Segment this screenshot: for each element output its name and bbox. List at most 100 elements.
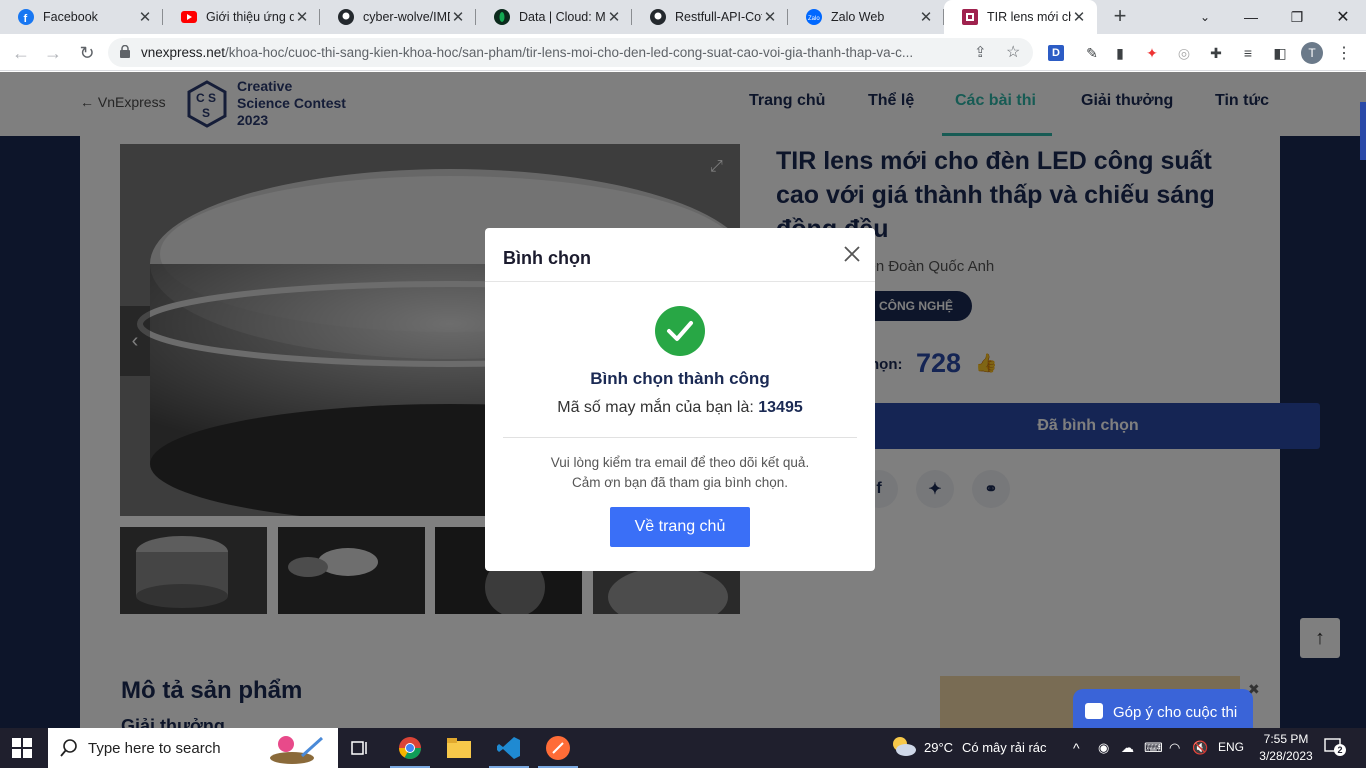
lucky-code-value: 13495 (758, 399, 803, 416)
feedback-button[interactable]: Góp ý cho cuộc thi (1073, 689, 1253, 728)
modal-title: Bình chọn (503, 248, 591, 268)
go-home-button[interactable]: Về trang chủ (610, 507, 750, 547)
search-icon (60, 739, 77, 757)
search-highlight-flower-icon (262, 732, 332, 764)
extension-d-icon[interactable]: D (1048, 45, 1064, 61)
tab-youtube[interactable]: Giới thiệu ứng dụ ✕ (163, 0, 320, 34)
volume-muted-icon[interactable]: 🔇 (1192, 740, 1208, 756)
input-method-icon[interactable]: ⌨ (1144, 740, 1163, 756)
eyedropper-extension-icon[interactable]: ✎ (1082, 43, 1102, 63)
circle-extension-icon[interactable]: ◎ (1174, 43, 1194, 63)
url-path: /khoa-hoc/cuoc-thi-sang-kien-khoa-hoc/sa… (225, 45, 914, 60)
mongodb-icon (494, 9, 510, 25)
forward-arrow-icon[interactable]: → (40, 40, 66, 66)
color-extension-icon[interactable]: ✦ (1142, 43, 1162, 63)
close-tab-icon[interactable]: ✕ (1071, 8, 1087, 26)
browser-toolbar: ← → ↻ vnexpress.net/khoa-hoc/cuoc-thi-sa… (0, 34, 1366, 71)
lock-icon (120, 45, 130, 58)
close-window-button[interactable]: ✕ (1320, 0, 1366, 34)
weather-temp[interactable]: 29°C (924, 740, 953, 755)
notification-count: 2 (1334, 744, 1346, 756)
language-indicator[interactable]: ENG (1218, 740, 1244, 754)
taskbar-clock[interactable]: 7:55 PM 3/28/2023 (1254, 731, 1318, 765)
note-thanks: Cảm ơn bạn đã tham gia bình chọn. (572, 475, 788, 490)
tab-vnexpress-active[interactable]: TIR lens mới cho ✕ (944, 0, 1097, 34)
svg-text:f: f (24, 13, 28, 25)
page-scrollbar[interactable] (1360, 102, 1366, 160)
tab-facebook[interactable]: f Facebook ✕ (0, 0, 163, 34)
svg-text:Zalo: Zalo (808, 16, 820, 22)
vote-success-modal: Bình chọn Bình chọn thành công Mã số may… (485, 228, 875, 571)
address-bar[interactable]: vnexpress.net/khoa-hoc/cuoc-thi-sang-kie… (108, 38, 1033, 67)
tab-github-imdb[interactable]: cyber-wolve/IMD ✕ (320, 0, 476, 34)
close-tab-icon[interactable]: ✕ (294, 8, 310, 26)
lucky-code-line: Mã số may mắn của bạn là: 13495 (485, 399, 875, 417)
close-tab-icon[interactable]: ✕ (762, 8, 778, 26)
weather-text[interactable]: Có mây rải rác (962, 740, 1047, 755)
success-check-icon (655, 306, 705, 356)
tab-mongodb[interactable]: Data | Cloud: Mo ✕ (476, 0, 632, 34)
search-placeholder: Type here to search (88, 739, 221, 757)
new-tab-button[interactable]: + (1108, 4, 1132, 28)
tab-title: Zalo Web (831, 10, 885, 24)
lucky-code-label: Mã số may mắn của bạn là: (557, 399, 754, 416)
task-view-icon[interactable] (340, 732, 380, 764)
clock-date: 3/28/2023 (1259, 749, 1313, 763)
wifi-icon[interactable]: ◠ (1169, 740, 1180, 756)
postman-icon[interactable] (538, 732, 578, 764)
modal-header: Bình chọn (485, 228, 875, 282)
tab-strip: f Facebook ✕ Giới thiệu ứng dụ ✕ cyber-w… (0, 0, 1366, 34)
tab-title: TIR lens mới cho (987, 10, 1071, 24)
extension-bar-icon[interactable]: ▮ (1110, 43, 1130, 63)
tab-search-icon[interactable]: ⌄ (1182, 0, 1228, 34)
onedrive-cloud-icon[interactable]: ☁ (1121, 740, 1134, 756)
windows-taskbar: Type here to search 29°C Có mây rải rác … (0, 728, 1366, 768)
chrome-icon[interactable] (390, 732, 430, 764)
tab-github-restful[interactable]: Restfull-API-Coffe ✕ (632, 0, 788, 34)
show-hidden-icons-icon[interactable]: ^ (1073, 740, 1080, 756)
vnexpress-icon (962, 9, 978, 25)
youtube-icon (181, 9, 197, 25)
tab-title: Data | Cloud: Mo (519, 10, 606, 24)
extensions-puzzle-icon[interactable]: ✚ (1206, 43, 1226, 63)
close-feedback-icon[interactable]: ✖ (1248, 681, 1264, 697)
github-icon (650, 9, 666, 25)
profile-avatar[interactable]: T (1301, 42, 1323, 64)
tab-title: cyber-wolve/IMD (363, 10, 450, 24)
windows-start-icon[interactable] (12, 738, 32, 758)
minimize-button[interactable]: — (1228, 0, 1274, 34)
reload-icon[interactable]: ↻ (74, 40, 100, 66)
weather-cloud-icon[interactable] (890, 734, 918, 760)
side-panel-icon[interactable]: ◧ (1270, 43, 1290, 63)
url-text: vnexpress.net/khoa-hoc/cuoc-thi-sang-kie… (141, 45, 961, 60)
modal-divider (503, 437, 857, 438)
close-tab-icon[interactable]: ✕ (918, 8, 934, 26)
file-explorer-icon[interactable] (439, 732, 479, 764)
tab-zalo[interactable]: Zalo Zalo Web ✕ (788, 0, 944, 34)
camera-tray-icon[interactable]: ◉ (1098, 740, 1109, 756)
restore-button[interactable]: ❐ (1274, 0, 1320, 34)
success-message: Bình chọn thành công (590, 369, 770, 388)
media-control-icon[interactable]: ≡ (1238, 43, 1258, 63)
tab-title: Giới thiệu ứng dụ (206, 10, 294, 24)
taskbar-search-box[interactable]: Type here to search (48, 728, 338, 768)
modal-note: Vui lòng kiểm tra email để theo dõi kết … (485, 453, 875, 493)
note-email: Vui lòng kiểm tra email để theo dõi kết … (550, 455, 810, 470)
vscode-icon[interactable] (489, 732, 529, 764)
back-arrow-icon[interactable]: ← (8, 40, 34, 66)
close-tab-icon[interactable]: ✕ (450, 8, 466, 26)
close-tab-icon[interactable]: ✕ (606, 8, 622, 26)
bookmark-star-icon[interactable]: ☆ (1006, 42, 1020, 62)
share-page-icon[interactable]: ⇪ (974, 43, 987, 61)
zalo-icon: Zalo (806, 9, 822, 25)
close-tab-icon[interactable]: ✕ (137, 8, 153, 26)
feedback-label: Góp ý cho cuộc thi (1113, 703, 1238, 721)
menu-kebab-icon[interactable]: ⋮ (1334, 43, 1354, 63)
chat-icon (1085, 703, 1103, 719)
github-icon (338, 9, 354, 25)
notification-center-icon[interactable]: 2 (1324, 738, 1346, 756)
tab-title: Restfull-API-Coffe (675, 10, 762, 24)
url-domain: vnexpress.net (141, 45, 226, 60)
clock-time: 7:55 PM (1263, 732, 1309, 746)
close-icon[interactable] (840, 242, 864, 266)
